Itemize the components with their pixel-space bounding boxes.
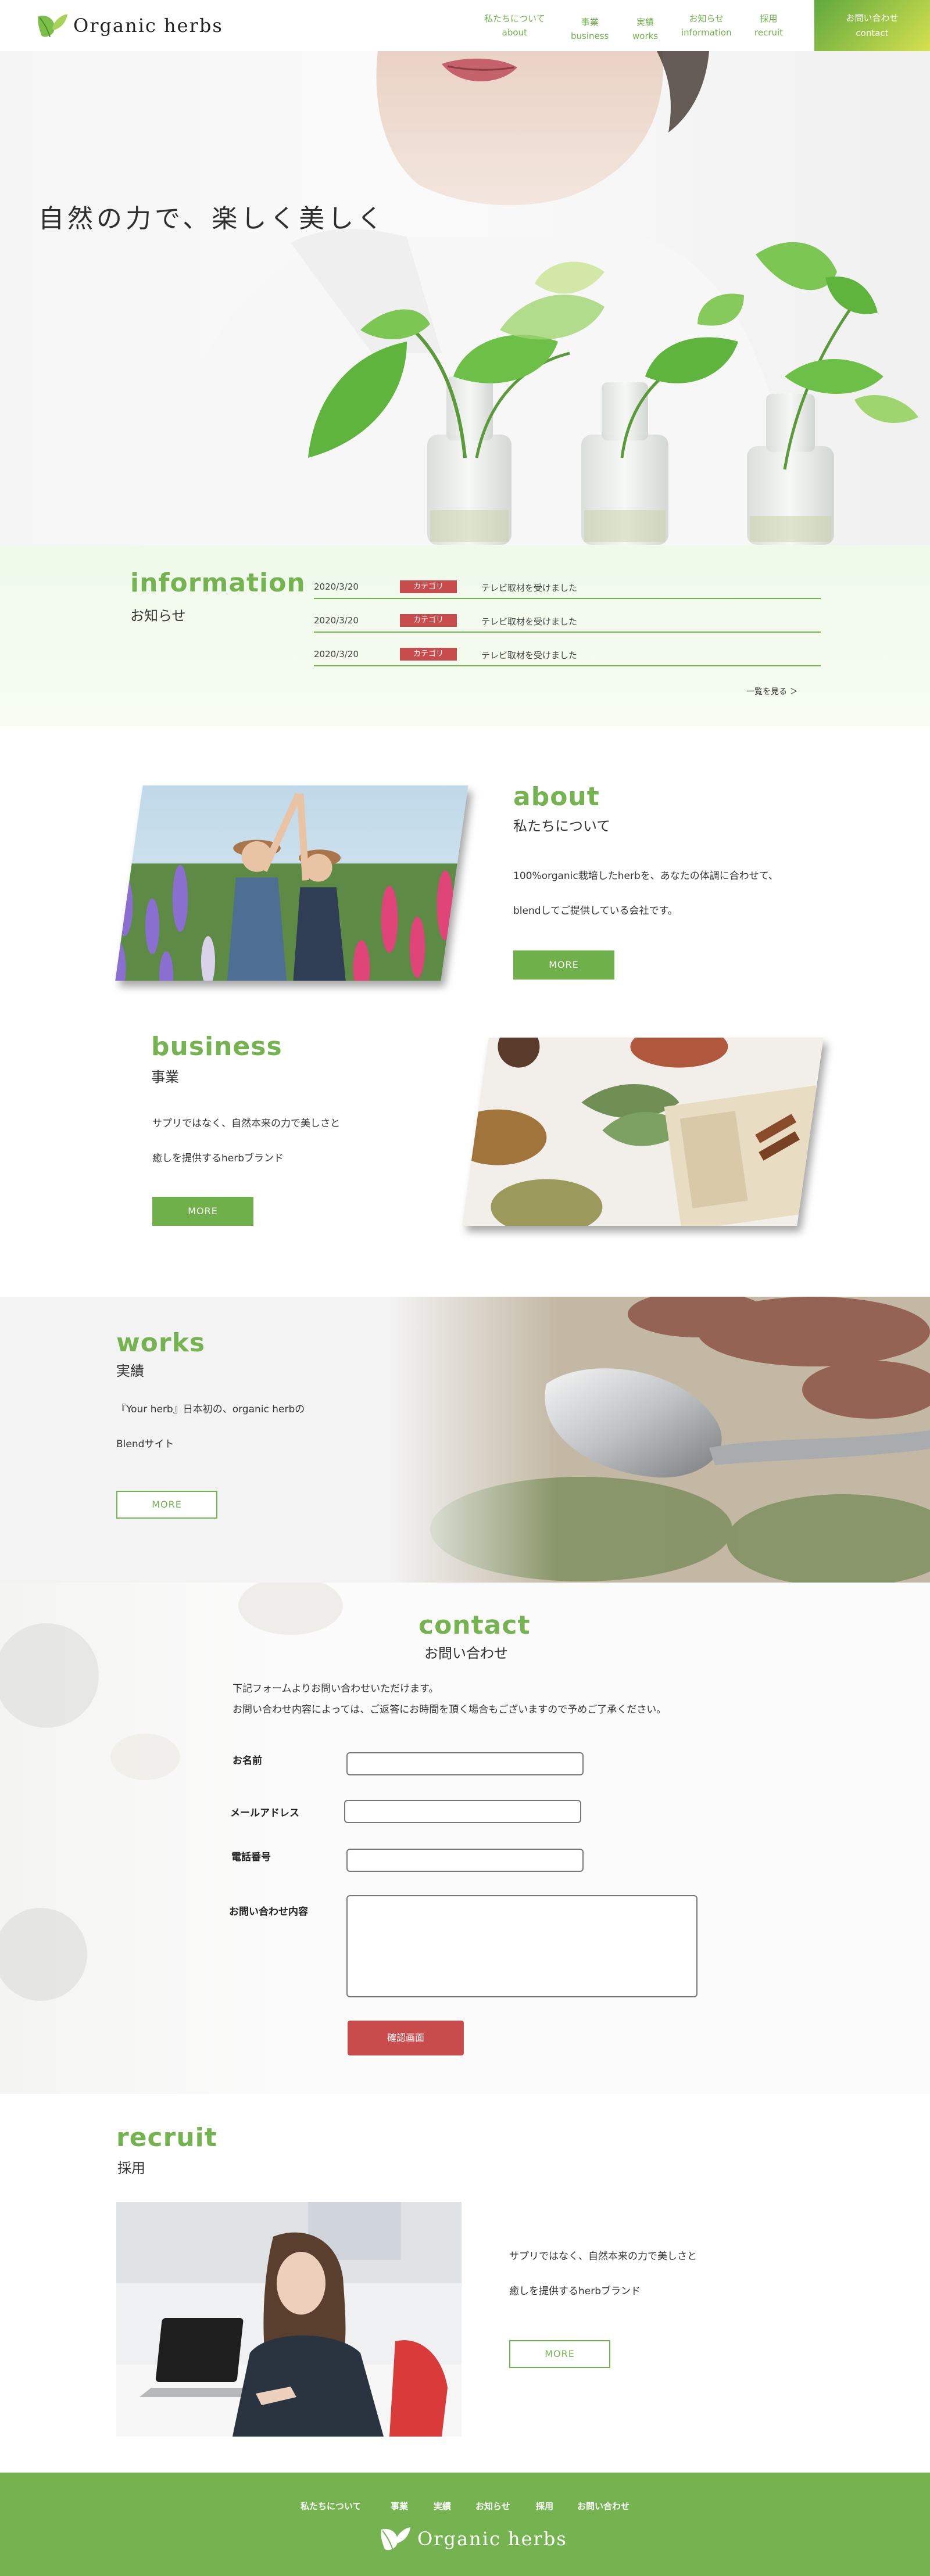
nav-about[interactable]: 私たちについて about bbox=[484, 12, 545, 40]
name-label: お名前 bbox=[233, 1755, 262, 1767]
news-date: 2020/3/20 bbox=[314, 649, 359, 659]
name-input[interactable] bbox=[346, 1752, 584, 1775]
works-title: works bbox=[116, 1328, 206, 1358]
news-category-badge[interactable]: カテゴリ bbox=[400, 580, 457, 593]
footer-link-information[interactable]: お知らせ bbox=[475, 2500, 510, 2512]
herbs-spices-photo bbox=[462, 1038, 824, 1226]
news-row[interactable]: 2020/3/20 カテゴリ テレビ取材を受けました bbox=[314, 575, 821, 599]
news-row[interactable]: 2020/3/20 カテゴリ テレビ取材を受けました bbox=[314, 608, 821, 633]
recruit-subtitle: 採用 bbox=[117, 2160, 145, 2176]
leaf-logo-icon bbox=[381, 2527, 410, 2551]
hero-image bbox=[151, 51, 918, 545]
recruit-image bbox=[116, 2202, 462, 2437]
nav-works-jp: 実績 bbox=[636, 17, 654, 27]
recruit-title: recruit bbox=[116, 2123, 217, 2152]
works-text-line-1: 『Your herb』日本初の、organic herbの bbox=[116, 1404, 305, 1415]
message-label: お問い合わせ内容 bbox=[229, 1906, 308, 1918]
nav-recruit-en: recruit bbox=[754, 27, 784, 38]
nav-information[interactable]: お知らせ information bbox=[681, 12, 732, 40]
about-image bbox=[115, 785, 468, 981]
header-contact-button[interactable]: お問い合わせ contact bbox=[814, 0, 930, 51]
nav-business[interactable]: 事業 business bbox=[571, 15, 609, 43]
contact-intro-line-2: お問い合わせ内容によっては、ご返答にお時間を頂く場合もございますので予めご了承く… bbox=[233, 1704, 667, 1716]
footer-link-about[interactable]: 私たちについて bbox=[301, 2500, 362, 2512]
about-text-line-2: blendしてご提供している会社です。 bbox=[513, 905, 678, 917]
works-text-line-2: Blendサイト bbox=[116, 1438, 174, 1450]
header-contact-jp: お問い合わせ bbox=[846, 13, 899, 23]
about-title: about bbox=[513, 782, 600, 812]
office-worker-photo bbox=[116, 2202, 462, 2437]
information-title: information bbox=[130, 568, 306, 598]
works-more-button[interactable]: MORE bbox=[116, 1491, 217, 1519]
footer-link-recruit[interactable]: 採用 bbox=[536, 2500, 553, 2512]
news-category-badge[interactable]: カテゴリ bbox=[400, 648, 457, 661]
news-date: 2020/3/20 bbox=[314, 582, 359, 592]
recruit-text-line-2: 癒しを提供するherbブランド bbox=[509, 2286, 641, 2297]
footer-link-works[interactable]: 実績 bbox=[434, 2500, 451, 2512]
hero-section: 自然の力で、楽しく美しく bbox=[0, 51, 930, 545]
phone-label: 電話番号 bbox=[231, 1852, 271, 1863]
nav-information-en: information bbox=[681, 27, 732, 38]
about-more-button[interactable]: MORE bbox=[513, 950, 614, 980]
news-date: 2020/3/20 bbox=[314, 615, 359, 626]
confirm-button[interactable]: 確認画面 bbox=[348, 2021, 464, 2055]
news-title[interactable]: テレビ取材を受けました bbox=[481, 615, 577, 627]
works-subtitle: 実績 bbox=[116, 1363, 144, 1379]
nav-about-en: about bbox=[502, 27, 527, 38]
news-category-badge[interactable]: カテゴリ bbox=[400, 614, 457, 627]
news-title[interactable]: テレビ取材を受けました bbox=[481, 582, 577, 594]
footer-link-contact[interactable]: お問い合わせ bbox=[577, 2500, 629, 2512]
business-title: business bbox=[151, 1032, 282, 1061]
nav-works[interactable]: 実績 works bbox=[632, 15, 658, 43]
phone-input[interactable] bbox=[346, 1849, 584, 1872]
nav-information-jp: お知らせ bbox=[689, 13, 724, 24]
recruit-more-button[interactable]: MORE bbox=[509, 2340, 610, 2368]
news-row[interactable]: 2020/3/20 カテゴリ テレビ取材を受けました bbox=[314, 642, 821, 666]
business-more-button[interactable]: MORE bbox=[152, 1197, 253, 1226]
business-image bbox=[462, 1038, 824, 1226]
nav-recruit-jp: 採用 bbox=[760, 13, 778, 24]
logo-text: Organic herbs bbox=[73, 15, 223, 37]
nav-about-jp: 私たちについて bbox=[484, 13, 545, 24]
footer-logo-text: Organic herbs bbox=[417, 2528, 567, 2550]
email-input[interactable] bbox=[344, 1800, 581, 1823]
information-subtitle: お知らせ bbox=[130, 608, 186, 624]
header-contact-en: contact bbox=[856, 28, 889, 38]
business-text-line-1: サプリではなく、自然本来の力で美しさと bbox=[152, 1118, 340, 1129]
hero-title: 自然の力で、楽しく美しく bbox=[38, 204, 387, 234]
email-label: メールアドレス bbox=[230, 1807, 299, 1819]
contact-intro-line-1: 下記フォームよりお問い合わせいただけます。 bbox=[233, 1683, 439, 1695]
nav-business-jp: 事業 bbox=[581, 17, 599, 27]
recruit-text-line-1: サプリではなく、自然本来の力で美しさと bbox=[509, 2251, 697, 2262]
about-subtitle: 私たちについて bbox=[513, 818, 611, 834]
contact-subtitle: お問い合わせ bbox=[424, 1645, 508, 1662]
leaf-logo-icon bbox=[38, 14, 67, 38]
footer-link-business[interactable]: 事業 bbox=[391, 2500, 408, 2512]
nav-business-en: business bbox=[571, 31, 609, 41]
logo[interactable]: Organic herbs bbox=[35, 10, 223, 41]
nav-recruit[interactable]: 採用 recruit bbox=[754, 12, 783, 40]
flower-field-photo bbox=[115, 785, 468, 981]
nav-works-en: works bbox=[632, 31, 659, 41]
news-title[interactable]: テレビ取材を受けました bbox=[481, 649, 577, 661]
message-textarea[interactable] bbox=[346, 1895, 698, 1997]
footer-logo[interactable]: Organic herbs bbox=[378, 2524, 567, 2554]
contact-title: contact bbox=[419, 1610, 531, 1640]
business-subtitle: 事業 bbox=[151, 1069, 179, 1085]
business-text-line-2: 癒しを提供するherbブランド bbox=[152, 1153, 284, 1164]
about-text-line-1: 100%organic栽培したherbを、あなたの体調に合わせて、 bbox=[513, 870, 778, 882]
view-all-link[interactable]: 一覧を見る ＞ bbox=[746, 686, 797, 697]
site-header: Organic herbs 私たちについて about 事業 business … bbox=[0, 0, 930, 51]
